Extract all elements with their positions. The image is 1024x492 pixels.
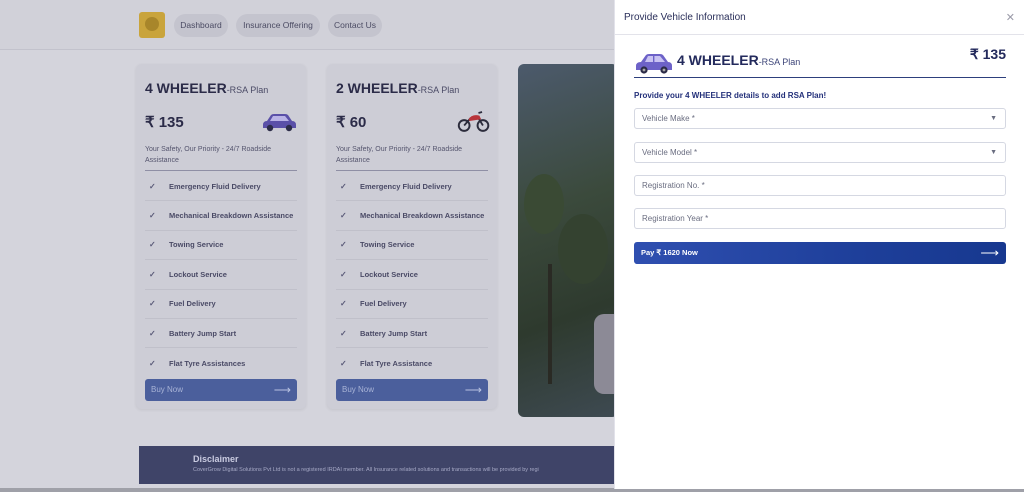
plan-card-title: 4 WHEELER-RSA Plan [145, 80, 268, 96]
plan-card-description: Your Safety, Our Priority - 24/7 Roadsid… [145, 146, 272, 164]
list-item: ✓ Battery Jump Start [336, 319, 488, 349]
vehicle-info-drawer: Provide Vehicle Information ✕ 4 WHEELER-… [614, 0, 1024, 489]
list-item: ✓ Lockout Service [145, 260, 297, 290]
feature-label: Mechanical Breakdown Assistance [360, 211, 485, 221]
check-icon: ✓ [340, 211, 347, 221]
feature-label: Lockout Service [169, 269, 227, 279]
list-item: ✓ Battery Jump Start [145, 319, 297, 349]
check-icon: ✓ [340, 358, 347, 368]
check-icon: ✓ [149, 269, 156, 279]
plan-card-name: 2 WHEELER [336, 80, 418, 96]
plan-card-suffix: -RSA Plan [226, 85, 269, 95]
list-item: ✓ Fuel Delivery [145, 290, 297, 319]
feature-label: Flat Tyre Assistance [360, 358, 433, 368]
check-icon: ✓ [149, 240, 156, 250]
photo-tree [524, 174, 564, 234]
drawer-title: Provide Vehicle Information [624, 12, 746, 23]
disclaimer-banner: Disclaimer CoverGrow Digital Solutions P… [139, 446, 619, 484]
check-icon: ✓ [149, 181, 156, 191]
vehicle-model-select[interactable]: Vehicle Model * ▼ [634, 142, 1006, 163]
plan-card-description: Your Safety, Our Priority - 24/7 Roadsid… [336, 146, 463, 164]
list-item: ✓ Flat Tyre Assistances [145, 348, 297, 377]
check-icon: ✓ [340, 240, 347, 250]
plan-card-suffix: -RSA Plan [417, 85, 460, 95]
feature-label: Emergency Fluid Delivery [169, 181, 261, 191]
vehicle-model-placeholder: Vehicle Model * [642, 148, 698, 157]
drawer-header: Provide Vehicle Information ✕ [615, 0, 1024, 35]
feature-label: Flat Tyre Assistances [169, 358, 246, 368]
nav-insurance-offering[interactable]: Insurance Offering [236, 14, 320, 37]
list-item: ✓ Mechanical Breakdown Assistance [336, 201, 488, 231]
list-item: ✓ Lockout Service [336, 260, 488, 290]
plan-card-2-wheeler: 2 WHEELER-RSA Plan ₹ 60 Your Safety, Our… [327, 64, 497, 409]
divider [145, 170, 297, 171]
vehicle-make-select[interactable]: Vehicle Make * ▼ [634, 108, 1006, 129]
list-item: ✓ Towing Service [145, 231, 297, 261]
buy-now-button[interactable]: Buy Now ⟶ [145, 379, 297, 401]
disclaimer-title: Disclaimer [193, 454, 239, 464]
feature-list: ✓ Emergency Fluid Delivery ✓ Mechanical Br… [336, 172, 488, 378]
feature-label: Battery Jump Start [360, 328, 428, 338]
feature-label: Towing Service [169, 240, 224, 250]
arrow-right-icon: ⟶ [980, 245, 999, 260]
form-prompt: Provide your 4 WHEELER details to add RS… [634, 91, 827, 100]
check-icon: ✓ [149, 211, 156, 221]
plan-card-price: ₹ 135 [145, 114, 184, 131]
plan-suffix: -RSA Plan [758, 57, 801, 67]
plan-price: ₹ 135 [969, 46, 1006, 62]
arrow-right-icon: ⟶ [273, 383, 291, 397]
nav-contact-us[interactable]: Contact Us [328, 14, 382, 37]
caret-down-icon: ▼ [990, 115, 997, 122]
list-item: ✓ Fuel Delivery [336, 290, 488, 319]
check-icon: ✓ [149, 358, 156, 368]
list-item: ✓ Emergency Fluid Delivery [145, 172, 297, 202]
buy-now-label: Buy Now [151, 385, 184, 394]
caret-down-icon: ▼ [990, 149, 997, 156]
buy-now-button[interactable]: Buy Now ⟶ [336, 379, 488, 401]
motorbike-icon [457, 111, 490, 132]
plan-card-title: 2 WHEELER-RSA Plan [336, 80, 459, 96]
list-item: ✓ Emergency Fluid Delivery [336, 172, 488, 202]
check-icon: ✓ [340, 328, 347, 338]
check-icon: ✓ [340, 181, 347, 191]
photo-trunk [548, 264, 552, 384]
plan-card-price: ₹ 60 [336, 114, 367, 131]
check-icon: ✓ [340, 269, 347, 279]
divider [336, 170, 488, 171]
car-icon [636, 54, 672, 74]
registration-year-input[interactable] [634, 208, 1006, 229]
feature-label: Emergency Fluid Delivery [360, 181, 452, 191]
logo-icon[interactable] [139, 12, 165, 38]
arrow-right-icon: ⟶ [464, 383, 482, 397]
plan-title: 4 WHEELER-RSA Plan [677, 52, 800, 68]
plan-name: 4 WHEELER [677, 52, 759, 68]
check-icon: ✓ [149, 299, 156, 309]
pay-now-button[interactable]: Pay ₹ 1620 Now ⟶ [634, 242, 1006, 264]
car-icon [263, 114, 296, 132]
close-icon[interactable]: ✕ [1006, 11, 1015, 24]
check-icon: ✓ [340, 299, 347, 309]
feature-label: Battery Jump Start [169, 328, 237, 338]
hero-photo [518, 64, 618, 417]
list-item: ✓ Towing Service [336, 231, 488, 261]
vehicle-make-placeholder: Vehicle Make * [642, 114, 695, 123]
feature-label: Fuel Delivery [169, 299, 216, 309]
registration-no-input[interactable] [634, 175, 1006, 196]
feature-label: Towing Service [360, 240, 415, 250]
feature-list: ✓ Emergency Fluid Delivery ✓ Mechanical Br… [145, 172, 297, 378]
plan-card-4-wheeler: 4 WHEELER-RSA Plan ₹ 135 Your Safety, Ou… [136, 64, 306, 409]
nav-dashboard[interactable]: Dashboard [174, 14, 228, 37]
buy-now-label: Buy Now [342, 385, 375, 394]
list-item: ✓ Flat Tyre Assistance [336, 348, 488, 377]
plan-card-name: 4 WHEELER [145, 80, 227, 96]
photo-tree [558, 214, 608, 284]
selected-plan: 4 WHEELER-RSA Plan ₹ 135 [634, 44, 1006, 78]
disclaimer-text: CoverGrow Digital Solutions Pvt Ltd is n… [193, 467, 539, 473]
check-icon: ✓ [149, 328, 156, 338]
feature-label: Fuel Delivery [360, 299, 407, 309]
feature-label: Lockout Service [360, 269, 418, 279]
pay-now-label: Pay ₹ 1620 Now [641, 248, 698, 257]
feature-label: Mechanical Breakdown Assistance [169, 211, 294, 221]
list-item: ✓ Mechanical Breakdown Assistance [145, 201, 297, 231]
